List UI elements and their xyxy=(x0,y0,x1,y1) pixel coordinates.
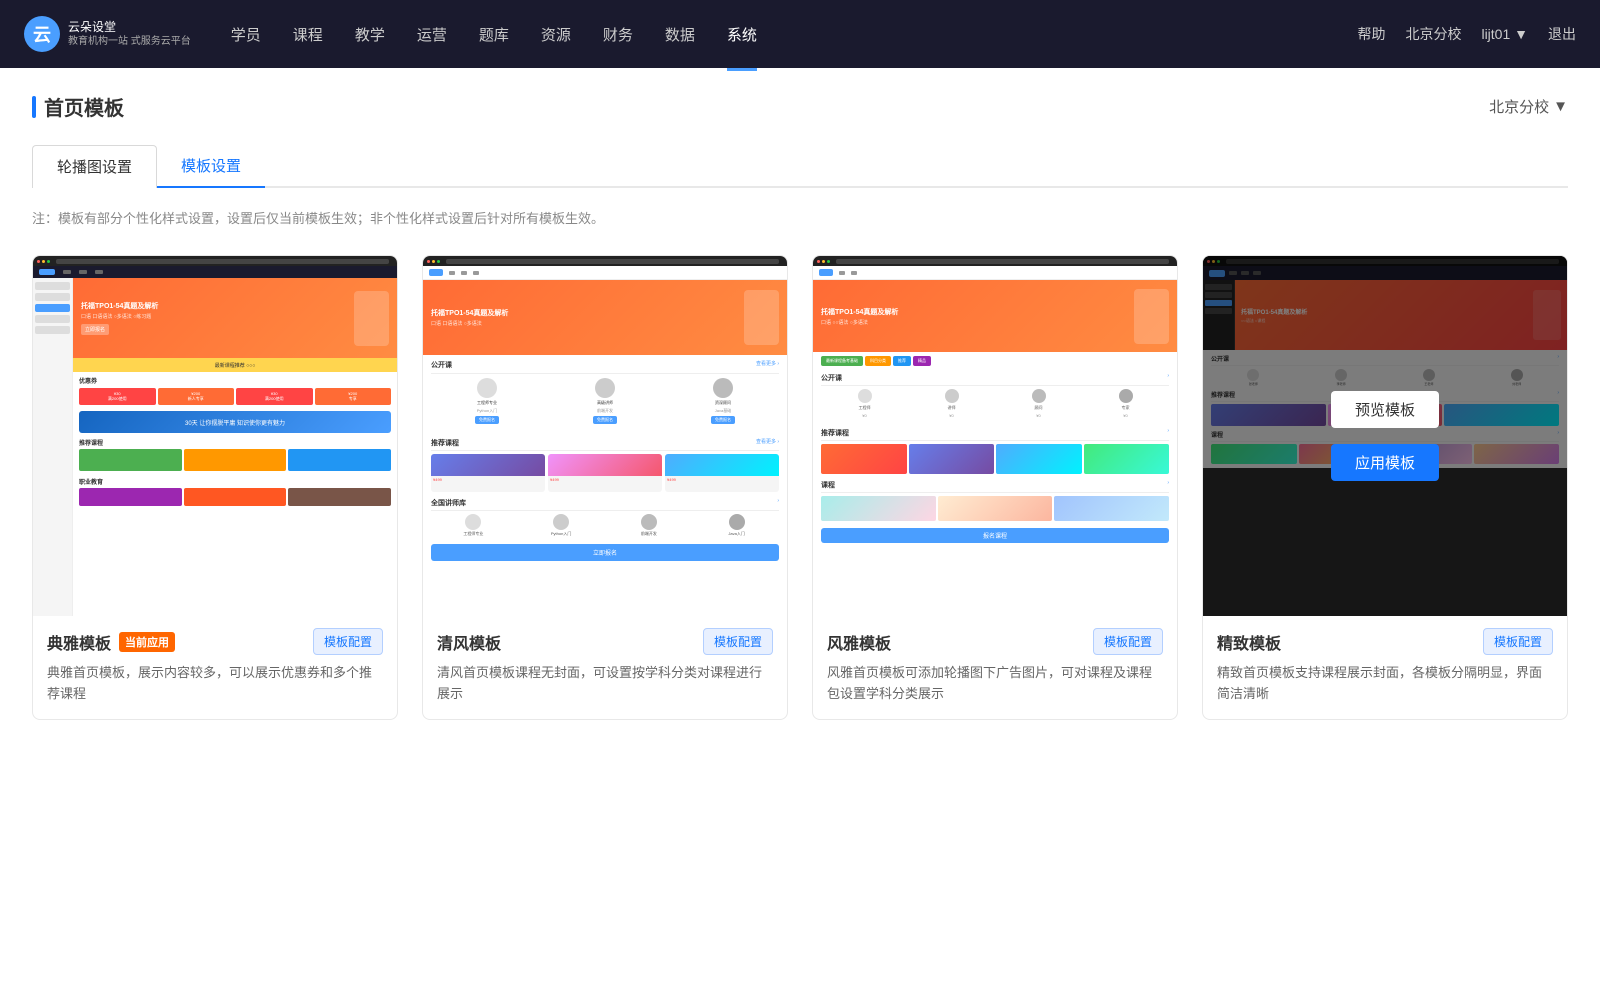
nav-item-questions[interactable]: 题库 xyxy=(479,20,509,49)
config-btn-refined[interactable]: 模板配置 xyxy=(1483,628,1553,655)
page-title: 首页模板 xyxy=(32,92,124,121)
nav-branch[interactable]: 北京分校 xyxy=(1405,24,1461,44)
preview-btn-fresh[interactable]: 预览模板 xyxy=(551,391,659,428)
logo-text: 云朵设堂 教育机构一站 式服务云平台 xyxy=(68,19,191,50)
nav-item-teaching[interactable]: 教学 xyxy=(355,20,385,49)
nav-item-operations[interactable]: 运营 xyxy=(417,20,447,49)
template-name-elegant2: 风雅模板 xyxy=(827,630,891,654)
tabs-container: 轮播图设置 模板设置 xyxy=(32,145,1568,188)
apply-btn-elegant[interactable]: 应用模板 xyxy=(161,444,269,481)
template-overlay-refined: 预览模板 应用模板 xyxy=(1203,256,1567,616)
preview-btn-elegant[interactable]: 预览模板 xyxy=(161,391,269,428)
config-btn-elegant[interactable]: 模板配置 xyxy=(313,628,383,655)
tab-carousel[interactable]: 轮播图设置 xyxy=(32,145,157,188)
template-name-fresh: 清风模板 xyxy=(437,630,501,654)
note-text: 注：模板有部分个性化样式设置，设置后仅当前模板生效；非个性化样式设置后针对所有模… xyxy=(32,208,1568,227)
template-info-elegant: 典雅模板 当前应用 模板配置 典雅首页模板，展示内容较多，可以展示优惠券和多个推… xyxy=(33,616,397,719)
template-title-row-fresh: 清风模板 模板配置 xyxy=(437,628,773,655)
template-card-elegant2: 托福TPO1-54真题及解析 口语 ○○语法 ○多语法 最新课程备考基础 科目分… xyxy=(812,255,1178,720)
nav-menu: 学员 课程 教学 运营 题库 资源 财务 数据 系统 xyxy=(231,20,1358,49)
template-card-refined: 托福TPO1-54真题及解析 ○○语法 ○课程 公开课› xyxy=(1202,255,1568,720)
nav-item-finance[interactable]: 财务 xyxy=(603,20,633,49)
config-btn-elegant2[interactable]: 模板配置 xyxy=(1093,628,1163,655)
tab-template[interactable]: 模板设置 xyxy=(157,145,265,188)
template-name-refined: 精致模板 xyxy=(1217,630,1281,654)
logo-icon: 云 xyxy=(24,16,60,52)
branch-selector[interactable]: 北京分校 ▼ xyxy=(1489,96,1568,117)
template-info-fresh: 清风模板 模板配置 清风首页模板课程无封面，可设置按学科分类对课程进行展示 xyxy=(423,616,787,719)
template-preview-refined: 托福TPO1-54真题及解析 ○○语法 ○课程 公开课› xyxy=(1203,256,1567,616)
current-badge: 当前应用 xyxy=(119,632,175,652)
nav-right: 帮助 北京分校 lijt01 ▼ 退出 xyxy=(1357,24,1576,44)
template-desc-elegant2: 风雅首页模板可添加轮播图下广告图片，可对课程及课程包设置学科分类展示 xyxy=(827,663,1163,705)
title-bar-decoration xyxy=(32,96,36,118)
template-card-fresh: 托福TPO1-54真题及解析 口语 口语语法 ○多语法 公开课查看更多 › xyxy=(422,255,788,720)
preview-btn-refined[interactable]: 预览模板 xyxy=(1331,391,1439,428)
template-card-elegant: 托福TPO1-54真题及解析 口语 口语语法 ○多语法 ○练习题 立即报名 xyxy=(32,255,398,720)
navbar: 云 云朵设堂 教育机构一站 式服务云平台 学员 课程 教学 运营 题库 资源 财… xyxy=(0,0,1600,68)
nav-help[interactable]: 帮助 xyxy=(1357,24,1385,44)
template-info-refined: 精致模板 模板配置 精致首页模板支持课程展示封面，各模板分隔明显，界面简洁清晰 xyxy=(1203,616,1567,719)
nav-item-courses[interactable]: 课程 xyxy=(293,20,323,49)
chevron-down-icon: ▼ xyxy=(1553,98,1568,115)
template-name-elegant: 典雅模板 当前应用 xyxy=(47,630,175,654)
nav-item-students[interactable]: 学员 xyxy=(231,20,261,49)
template-title-row-refined: 精致模板 模板配置 xyxy=(1217,628,1553,655)
apply-btn-fresh[interactable]: 应用模板 xyxy=(551,444,659,481)
template-desc-fresh: 清风首页模板课程无封面，可设置按学科分类对课程进行展示 xyxy=(437,663,773,705)
template-title-row-elegant: 典雅模板 当前应用 模板配置 xyxy=(47,628,383,655)
nav-item-resources[interactable]: 资源 xyxy=(541,20,571,49)
apply-btn-elegant2[interactable]: 应用模板 xyxy=(941,444,1049,481)
apply-btn-refined[interactable]: 应用模板 xyxy=(1331,444,1439,481)
template-preview-elegant2: 托福TPO1-54真题及解析 口语 ○○语法 ○多语法 最新课程备考基础 科目分… xyxy=(813,256,1177,616)
nav-item-system[interactable]: 系统 xyxy=(727,20,757,49)
nav-item-data[interactable]: 数据 xyxy=(665,20,695,49)
template-preview-fresh: 托福TPO1-54真题及解析 口语 口语语法 ○多语法 公开课查看更多 › xyxy=(423,256,787,616)
nav-logo[interactable]: 云 云朵设堂 教育机构一站 式服务云平台 xyxy=(24,16,191,52)
nav-logout[interactable]: 退出 xyxy=(1548,24,1576,44)
template-desc-elegant: 典雅首页模板，展示内容较多，可以展示优惠券和多个推荐课程 xyxy=(47,663,383,705)
page-content: 首页模板 北京分校 ▼ 轮播图设置 模板设置 注：模板有部分个性化样式设置，设置… xyxy=(0,68,1600,990)
preview-btn-elegant2[interactable]: 预览模板 xyxy=(941,391,1049,428)
template-desc-refined: 精致首页模板支持课程展示封面，各模板分隔明显，界面简洁清晰 xyxy=(1217,663,1553,705)
template-info-elegant2: 风雅模板 模板配置 风雅首页模板可添加轮播图下广告图片，可对课程及课程包设置学科… xyxy=(813,616,1177,719)
templates-grid: 托福TPO1-54真题及解析 口语 口语语法 ○多语法 ○练习题 立即报名 xyxy=(32,255,1568,720)
template-preview-elegant: 托福TPO1-54真题及解析 口语 口语语法 ○多语法 ○练习题 立即报名 xyxy=(33,256,397,616)
page-header: 首页模板 北京分校 ▼ xyxy=(32,92,1568,121)
config-btn-fresh[interactable]: 模板配置 xyxy=(703,628,773,655)
template-title-row-elegant2: 风雅模板 模板配置 xyxy=(827,628,1163,655)
nav-user[interactable]: lijt01 ▼ xyxy=(1481,26,1528,42)
